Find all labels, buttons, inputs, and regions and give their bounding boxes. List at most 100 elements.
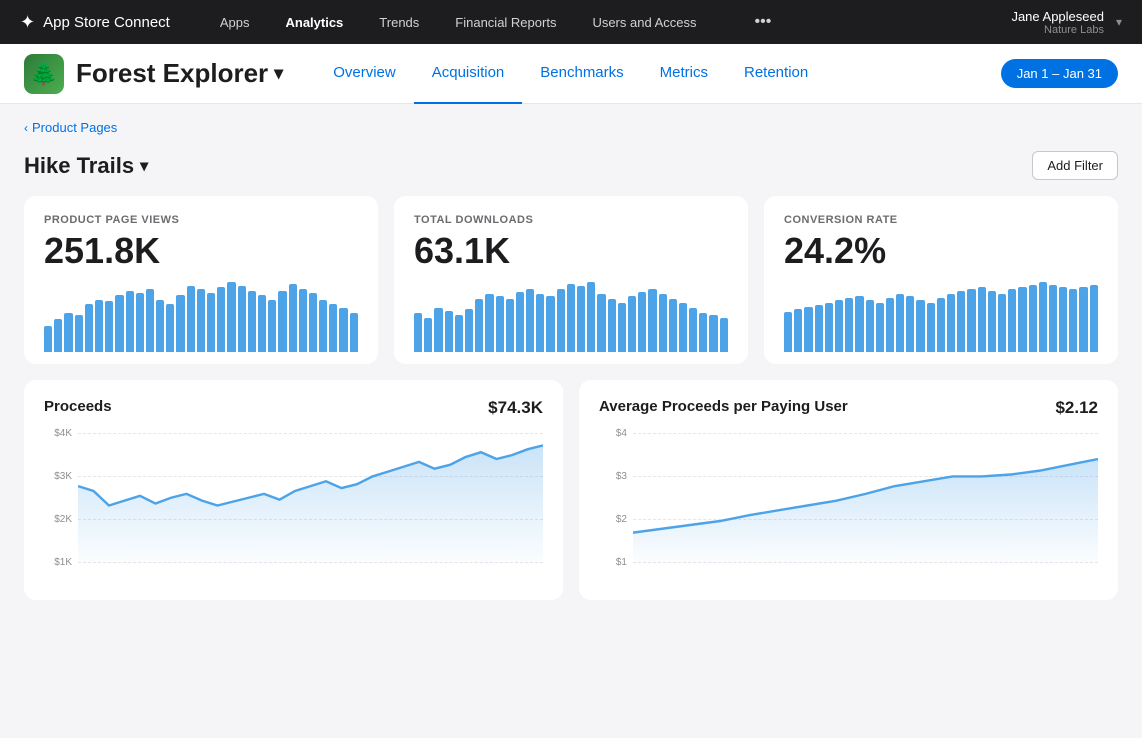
nav-item-financial-reports[interactable]: Financial Reports bbox=[437, 0, 574, 44]
grid-label-3k: $3K bbox=[44, 471, 72, 482]
bar bbox=[455, 315, 463, 352]
bar bbox=[587, 282, 595, 352]
avg-proceeds-title: Average Proceeds per Paying User bbox=[599, 398, 848, 415]
stat-card-downloads: TOTAL DOWNLOADS 63.1K bbox=[394, 196, 748, 364]
user-info: Jane Appleseed Nature Labs bbox=[1011, 9, 1104, 36]
bar bbox=[136, 293, 144, 353]
bar bbox=[289, 284, 297, 352]
stat-card-page-views: PRODUCT PAGE VIEWS 251.8K bbox=[24, 196, 378, 364]
line-cards-row: Proceeds $74.3K $4K $3K $2K bbox=[24, 380, 1118, 600]
bar bbox=[608, 299, 616, 352]
bar bbox=[957, 291, 965, 352]
user-chevron-icon: ▾ bbox=[1116, 15, 1122, 29]
stat-cards-row: PRODUCT PAGE VIEWS 251.8K TOTAL DOWNLOAD… bbox=[24, 196, 1118, 364]
bar bbox=[176, 295, 184, 352]
section-title[interactable]: Hike Trails ▾ bbox=[24, 153, 148, 179]
bar bbox=[258, 295, 266, 352]
app-tabs: Overview Acquisition Benchmarks Metrics … bbox=[315, 44, 826, 104]
line-card-avg-proceeds: Average Proceeds per Paying User $2.12 $… bbox=[579, 380, 1118, 600]
bar bbox=[896, 294, 904, 352]
date-range-button[interactable]: Jan 1 – Jan 31 bbox=[1001, 59, 1118, 88]
grid-label-1k: $1K bbox=[44, 557, 72, 568]
bar bbox=[526, 289, 534, 352]
bar bbox=[720, 318, 728, 352]
add-filter-button[interactable]: Add Filter bbox=[1032, 151, 1118, 180]
bar bbox=[217, 287, 225, 352]
bar bbox=[350, 313, 358, 352]
bar bbox=[699, 313, 707, 352]
bar bbox=[1090, 285, 1098, 352]
section-chevron-icon: ▾ bbox=[140, 156, 148, 176]
main-content: ‹ Product Pages Hike Trails ▾ Add Filter… bbox=[0, 104, 1142, 738]
tab-acquisition[interactable]: Acquisition bbox=[414, 44, 523, 104]
bar bbox=[536, 294, 544, 352]
bar bbox=[64, 313, 72, 352]
app-name-label: Forest Explorer bbox=[76, 58, 268, 89]
grid-label-2: $2 bbox=[599, 514, 627, 525]
bar bbox=[628, 296, 636, 352]
app-icon: 🌲 bbox=[24, 54, 64, 94]
bar bbox=[309, 293, 317, 353]
bar-chart-conversion bbox=[784, 282, 1098, 352]
user-menu[interactable]: Jane Appleseed Nature Labs ▾ bbox=[1011, 9, 1122, 36]
bar bbox=[146, 289, 154, 352]
bar bbox=[825, 303, 833, 352]
bar bbox=[1079, 287, 1087, 352]
nav-item-users-access[interactable]: Users and Access bbox=[574, 0, 714, 44]
bar bbox=[669, 299, 677, 352]
bar bbox=[475, 299, 483, 352]
bar bbox=[166, 304, 174, 352]
bar bbox=[115, 295, 123, 352]
line-card-header-proceeds: Proceeds $74.3K bbox=[44, 398, 543, 418]
nav-item-trends[interactable]: Trends bbox=[361, 0, 437, 44]
avg-proceeds-line-svg bbox=[633, 428, 1098, 564]
bar bbox=[1008, 289, 1016, 352]
tab-overview[interactable]: Overview bbox=[315, 44, 414, 104]
nav-item-apps[interactable]: Apps bbox=[202, 0, 268, 44]
tab-metrics[interactable]: Metrics bbox=[642, 44, 726, 104]
bar bbox=[319, 300, 327, 353]
line-card-proceeds: Proceeds $74.3K $4K $3K $2K bbox=[24, 380, 563, 600]
app-name-chevron-icon: ▾ bbox=[274, 63, 283, 84]
bar bbox=[618, 303, 626, 352]
more-menu-button[interactable]: ••• bbox=[746, 13, 779, 31]
bar bbox=[638, 292, 646, 352]
grid-label-4: $4 bbox=[599, 428, 627, 439]
bar bbox=[784, 312, 792, 352]
nav-item-analytics[interactable]: Analytics bbox=[267, 0, 361, 44]
app-store-connect-logo[interactable]: ✦ App Store Connect bbox=[20, 12, 170, 33]
top-nav: Apps Analytics Trends Financial Reports … bbox=[202, 0, 715, 44]
bar bbox=[248, 291, 256, 352]
breadcrumb-label: Product Pages bbox=[32, 120, 117, 135]
bar bbox=[577, 286, 585, 352]
bar bbox=[648, 289, 656, 352]
bar bbox=[44, 326, 52, 352]
bar bbox=[1069, 289, 1077, 352]
proceeds-line-svg bbox=[78, 428, 543, 564]
bar bbox=[268, 300, 276, 353]
bar bbox=[445, 311, 453, 352]
bar bbox=[689, 308, 697, 352]
app-name-selector[interactable]: Forest Explorer ▾ bbox=[76, 58, 283, 89]
bar bbox=[988, 291, 996, 352]
tab-benchmarks[interactable]: Benchmarks bbox=[522, 44, 641, 104]
breadcrumb-chevron-icon: ‹ bbox=[24, 121, 28, 135]
bar bbox=[815, 305, 823, 352]
bar bbox=[1039, 282, 1047, 352]
section-title-label: Hike Trails bbox=[24, 153, 134, 179]
bar bbox=[567, 284, 575, 352]
bar-chart-page-views bbox=[44, 282, 358, 352]
bar bbox=[329, 304, 337, 352]
avg-proceeds-value: $2.12 bbox=[1055, 398, 1098, 418]
bar bbox=[845, 298, 853, 352]
bar bbox=[804, 307, 812, 352]
bar bbox=[238, 286, 246, 353]
breadcrumb-link[interactable]: ‹ Product Pages bbox=[24, 120, 117, 135]
bar bbox=[95, 300, 103, 353]
bar bbox=[227, 282, 235, 352]
section-header: Hike Trails ▾ Add Filter bbox=[24, 151, 1118, 180]
stat-label-conversion: CONVERSION RATE bbox=[784, 214, 1098, 226]
tab-retention[interactable]: Retention bbox=[726, 44, 826, 104]
bar bbox=[424, 318, 432, 352]
proceeds-title: Proceeds bbox=[44, 398, 112, 415]
